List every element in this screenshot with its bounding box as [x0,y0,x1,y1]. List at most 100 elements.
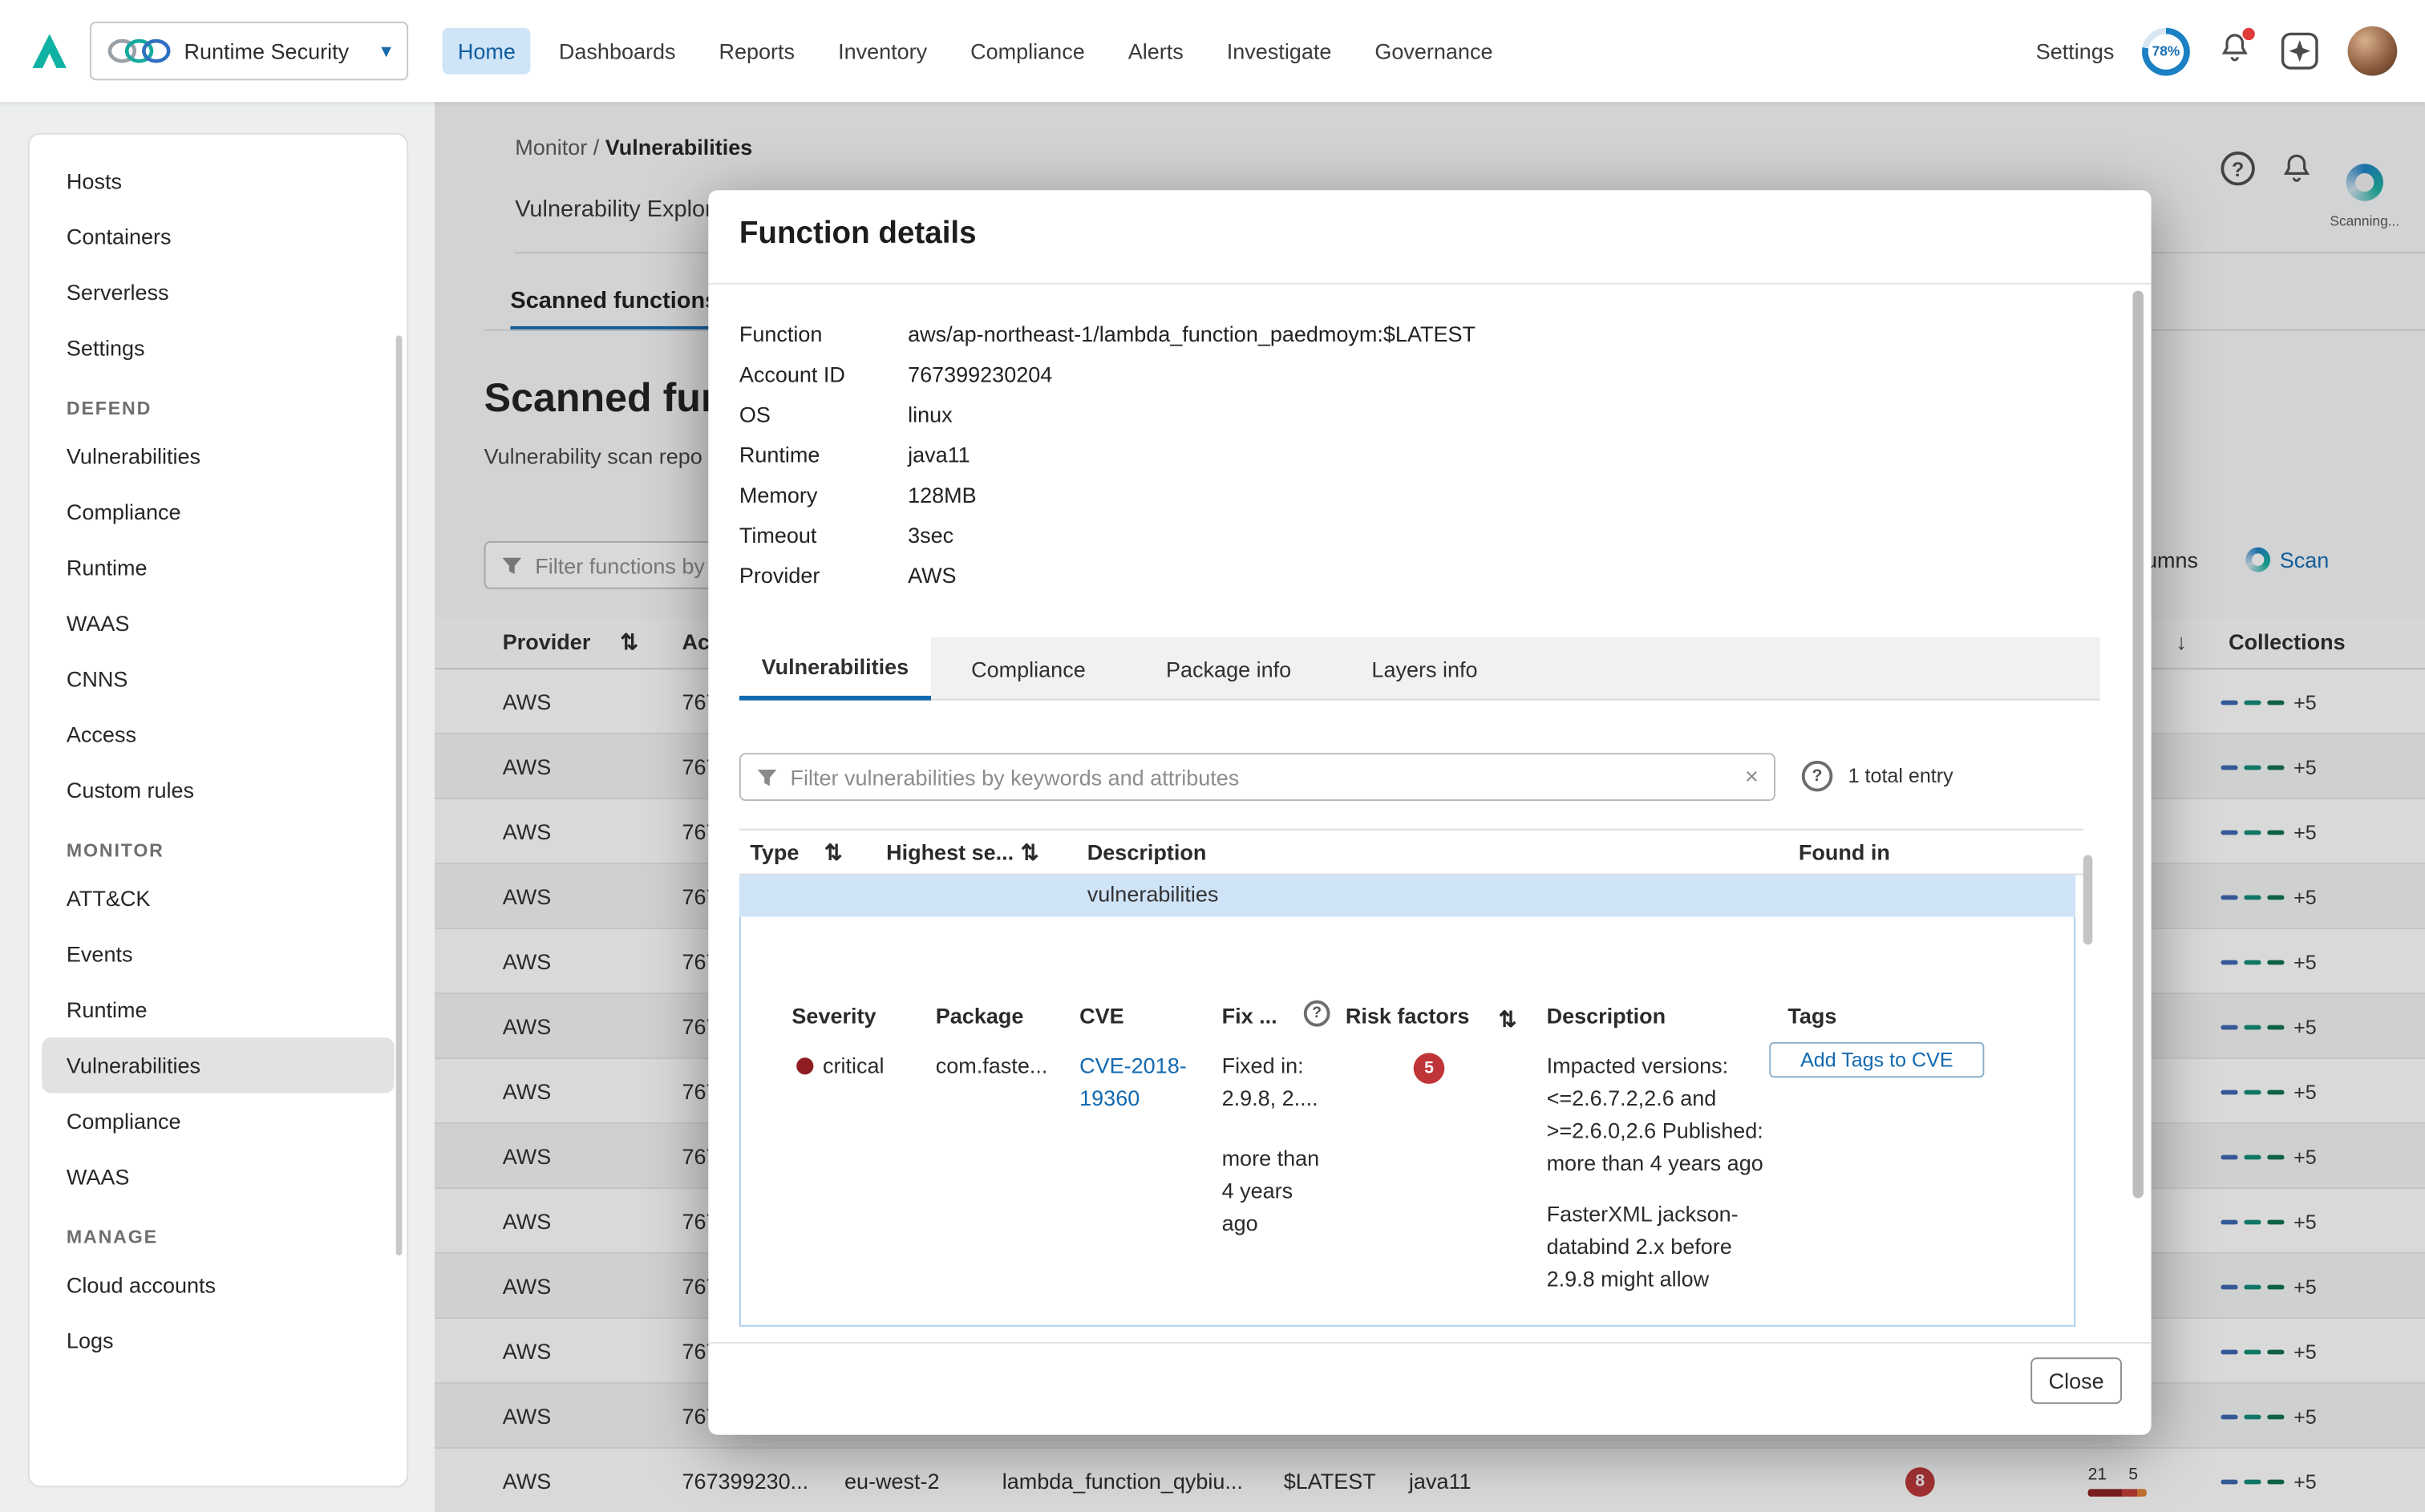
nav-item-reports[interactable]: Reports [703,28,810,75]
notifications-bell-icon[interactable] [2218,30,2252,72]
sidebar-item-containers[interactable]: Containers [30,208,407,264]
nav-item-investigate[interactable]: Investigate [1211,28,1346,75]
field-value-runtime: java11 [908,443,970,467]
close-button[interactable]: Close [2030,1357,2122,1404]
sidebar-item-compliance[interactable]: Compliance [30,484,407,540]
nav-item-inventory[interactable]: Inventory [823,28,943,75]
description-cell: Impacted versions: <=2.6.7.2,2.6 and >=2… [1547,1049,1767,1296]
sidebar-item-cloud-accounts[interactable]: Cloud accounts [30,1257,407,1312]
tab-package-info[interactable]: Package info [1126,637,1331,701]
sidebar-item-vulnerabilities[interactable]: Vulnerabilities [30,428,407,483]
severity-value: critical [823,1049,885,1081]
fix-age: more than 4 years ago [1222,1142,1327,1240]
sidebar-item-access[interactable]: Access [30,706,407,762]
subcol-package: Package [936,1004,1024,1029]
table-scrollbar[interactable] [2083,855,2093,944]
col-type: Type [750,839,799,864]
main-nav: Home Dashboards Reports Inventory Compli… [443,28,1508,75]
total-entries-label: 1 total entry [1848,764,1953,787]
modal-title: Function details [739,216,977,252]
nav-item-alerts[interactable]: Alerts [1112,28,1199,75]
fix-cell: Fixed in: 2.9.8, 2.... more than 4 years… [1222,1049,1327,1239]
critical-severity-dot [796,1057,813,1074]
nav-item-home[interactable]: Home [443,28,532,75]
selected-vulnerability-row[interactable]: vulnerabilities [739,875,2075,917]
field-value-account-id: 767399230204 [908,362,1052,386]
filter-funnel-icon [756,766,778,788]
sidebar-item-compliance[interactable]: Compliance [30,1093,407,1148]
package-value: com.faste... [936,1049,1048,1081]
credits-progress-value: 78% [2152,43,2180,59]
app-viewport: Runtime Security ▾ Home Dashboards Repor… [0,0,2425,1512]
sidebar-item-settings[interactable]: Settings [30,320,407,375]
sidebar-item-att-ck[interactable]: ATT&CK [30,871,407,926]
tab-vulnerabilities[interactable]: Vulnerabilities [739,637,931,701]
cve-link[interactable]: CVE-2018-19360 [1079,1049,1203,1114]
sidebar-section-label: MONITOR [30,818,407,871]
sidebar-item-hosts[interactable]: Hosts [30,153,407,208]
subcol-cve: CVE [1079,1004,1124,1029]
subcol-fix: Fix ... [1222,1004,1277,1029]
vulnerabilities-filter-input[interactable] [790,765,1732,790]
fix-help-icon[interactable]: ? [1304,1001,1330,1027]
topbar-right: Settings 78% [2036,26,2425,76]
description-impacted: Impacted versions: <=2.6.7.2,2.6 and >=2… [1547,1049,1767,1179]
subcol-severity: Severity [791,1004,876,1029]
sidebar-item-waas[interactable]: WAAS [30,595,407,650]
sidebar-item-vulnerabilities[interactable]: Vulnerabilities [42,1037,395,1093]
fix-versions: Fixed in: 2.9.8, 2.... [1222,1049,1327,1114]
add-tags-to-cve-button[interactable]: Add Tags to CVE [1769,1042,1984,1077]
product-selector[interactable]: Runtime Security ▾ [90,22,408,80]
sidebar-item-waas[interactable]: WAAS [30,1149,407,1204]
nav-item-governance[interactable]: Governance [1359,28,1508,75]
divider [708,1342,2151,1344]
field-value-timeout: 3sec [908,523,953,548]
field-label: Provider [739,563,908,588]
col-highest-severity: Highest se... [886,839,1014,864]
chevron-down-icon: ▾ [381,38,391,63]
divider [708,283,2151,285]
tab-compliance[interactable]: Compliance [931,637,1126,701]
vulnerabilities-filter: × [739,753,1775,801]
nav-item-dashboards[interactable]: Dashboards [544,28,691,75]
field-label: Runtime [739,443,908,467]
nav-item-compliance[interactable]: Compliance [955,28,1100,75]
modal-scrollbar[interactable] [2132,291,2144,1199]
topbar: Runtime Security ▾ Home Dashboards Repor… [0,0,2425,102]
clear-filter-icon[interactable]: × [1745,764,1759,790]
user-avatar[interactable] [2348,26,2398,76]
field-value-os: linux [908,402,953,427]
settings-link[interactable]: Settings [2036,38,2115,63]
field-value-provider: AWS [908,563,957,588]
sidebar-scrollbar[interactable] [396,335,403,1255]
sidebar-list: HostsContainersServerlessSettingsDEFENDV… [30,153,407,1368]
sort-icon[interactable]: ⇅ [824,839,843,866]
credits-progress-badge[interactable]: 78% [2142,27,2190,75]
sidebar-item-cnns[interactable]: CNNS [30,651,407,706]
modal-tabs: Vulnerabilities Compliance Package info … [739,637,2100,701]
tab-layers-info[interactable]: Layers info [1331,637,1517,701]
vulnerability-detail-panel: Severity Package CVE Fix ... ? Risk fact… [739,917,2075,1327]
sidebar-item-runtime[interactable]: Runtime [30,540,407,595]
sidebar-item-runtime[interactable]: Runtime [30,982,407,1037]
field-label: Memory [739,483,908,507]
sidebar: HostsContainersServerlessSettingsDEFENDV… [28,133,408,1487]
field-label: Function [739,321,908,346]
sidebar-item-logs[interactable]: Logs [30,1312,407,1368]
field-label: Account ID [739,362,908,386]
notification-dot [2242,27,2254,39]
sidebar-item-events[interactable]: Events [30,926,407,981]
sort-icon[interactable]: ⇅ [1499,1006,1517,1033]
sort-icon[interactable]: ⇅ [1021,839,1039,866]
filter-help-icon[interactable]: ? [1802,761,1833,792]
sidebar-section-label: MANAGE [30,1204,407,1257]
field-value-memory: 128MB [908,483,977,507]
field-label: OS [739,402,908,427]
row-description-tail: vulnerabilities [1087,881,1219,906]
risk-factors-badge[interactable]: 5 [1414,1053,1445,1084]
subcol-risk-factors: Risk factors [1346,1004,1470,1029]
ai-assistant-icon[interactable] [2280,31,2320,71]
sidebar-item-custom-rules[interactable]: Custom rules [30,762,407,818]
sidebar-item-serverless[interactable]: Serverless [30,265,407,320]
col-found-in: Found in [1799,839,1890,864]
